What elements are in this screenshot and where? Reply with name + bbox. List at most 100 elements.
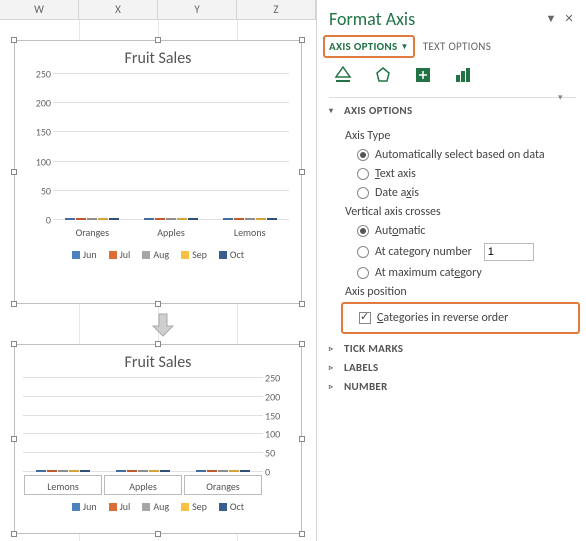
legend-item[interactable]: Oct <box>219 500 244 513</box>
fill-line-icon[interactable] <box>331 63 355 87</box>
bar[interactable] <box>58 470 68 472</box>
bar[interactable] <box>149 470 159 472</box>
bar[interactable] <box>80 470 90 472</box>
section-axis-options[interactable]: ▾ AXIS OPTIONS <box>329 104 576 117</box>
bar[interactable] <box>116 470 126 472</box>
section-tick-marks[interactable]: ▹ TICK MARKS <box>329 342 576 355</box>
bar-group[interactable] <box>65 218 119 220</box>
radio-icon <box>357 168 369 180</box>
legend-swatch <box>181 251 189 259</box>
format-axis-pane: Format Axis ▼ ✕ AXIS OPTIONS ▼ TEXT OPTI… <box>316 0 586 541</box>
bar[interactable] <box>223 218 233 220</box>
bar[interactable] <box>65 218 75 220</box>
bar[interactable] <box>207 470 217 472</box>
legend-item[interactable]: Sep <box>181 248 207 261</box>
legend-swatch <box>142 251 150 259</box>
x-axis[interactable]: Oranges Apples Lemons <box>53 222 289 244</box>
chart-plot-area[interactable]: 250 200 150 100 50 0 Lemons Apples Orang… <box>19 378 293 496</box>
bar-group[interactable] <box>223 218 277 220</box>
bar[interactable] <box>144 218 154 220</box>
divider: ▾ <box>329 97 576 98</box>
legend-label: Jun <box>83 248 97 261</box>
tab-text-options[interactable]: TEXT OPTIONS <box>423 38 491 55</box>
size-properties-icon[interactable] <box>411 63 435 87</box>
legend-item[interactable]: Jun <box>72 248 97 261</box>
tab-axis-options[interactable]: AXIS OPTIONS ▼ <box>329 38 409 55</box>
bar[interactable] <box>188 218 198 220</box>
axis-options-icon[interactable] <box>451 63 475 87</box>
bar[interactable] <box>76 218 86 220</box>
radio-automatic[interactable]: Automatic <box>357 224 576 238</box>
bar[interactable] <box>98 218 108 220</box>
bar[interactable] <box>256 218 266 220</box>
section-labels[interactable]: ▹ LABELS <box>329 361 576 374</box>
checkbox-categories-reverse[interactable]: Categories in reverse order <box>359 311 574 325</box>
radio-at-max-category[interactable]: At maximum category <box>357 266 576 280</box>
bar[interactable] <box>87 218 97 220</box>
plot-area <box>53 74 289 220</box>
chart-legend[interactable]: Jun Jul Aug Sep Oct <box>15 500 301 513</box>
col-header[interactable]: Y <box>158 0 237 19</box>
bar[interactable] <box>138 470 148 472</box>
chart-object-1[interactable]: Fruit Sales 250 200 150 100 50 0 Oranges… <box>14 40 302 304</box>
triangle-right-icon: ▹ <box>329 363 339 373</box>
legend-label: Jul <box>120 500 131 513</box>
chart-title[interactable]: Fruit Sales <box>15 49 301 68</box>
chevron-down-icon[interactable]: ▾ <box>558 92 570 104</box>
col-header[interactable]: X <box>79 0 158 19</box>
bar[interactable] <box>155 218 165 220</box>
plot-area <box>23 378 263 472</box>
bar[interactable] <box>69 470 79 472</box>
legend-item[interactable]: Oct <box>219 248 244 261</box>
bar[interactable] <box>234 218 244 220</box>
bar[interactable] <box>177 218 187 220</box>
bar[interactable] <box>196 470 206 472</box>
legend-item[interactable]: Jun <box>72 500 97 513</box>
bar[interactable] <box>166 218 176 220</box>
bar-group[interactable] <box>196 470 250 472</box>
bar[interactable] <box>109 218 119 220</box>
chart-object-2[interactable]: Fruit Sales 250 200 150 100 50 0 Lemons … <box>14 344 302 534</box>
radio-date-axis[interactable]: Date axis <box>357 186 576 200</box>
x-axis-selected[interactable]: Lemons Apples Oranges <box>23 474 263 496</box>
legend-item[interactable]: Sep <box>181 500 207 513</box>
radio-at-category-number[interactable]: At category number <box>357 243 576 261</box>
category-number-field[interactable] <box>484 243 534 261</box>
radio-auto-select[interactable]: Automatically select based on data <box>357 148 576 162</box>
bar[interactable] <box>160 470 170 472</box>
radio-text-axis[interactable]: Text axis <box>357 167 576 181</box>
legend-item[interactable]: Aug <box>142 500 169 513</box>
legend-item[interactable]: Jul <box>109 500 131 513</box>
bar-group[interactable] <box>116 470 170 472</box>
bar-group[interactable] <box>36 470 90 472</box>
legend-label: Aug <box>153 248 169 261</box>
checkbox-icon <box>359 312 371 324</box>
bar[interactable] <box>218 470 228 472</box>
section-number[interactable]: ▹ NUMBER <box>329 380 576 393</box>
task-pane-options-icon[interactable]: ▼ <box>544 12 558 26</box>
bar[interactable] <box>127 470 137 472</box>
chart-title[interactable]: Fruit Sales <box>15 353 301 372</box>
chart-legend[interactable]: Jun Jul Aug Sep Oct <box>15 248 301 261</box>
bar[interactable] <box>240 470 250 472</box>
bar[interactable] <box>47 470 57 472</box>
col-header[interactable]: Z <box>237 0 316 19</box>
radio-icon <box>357 225 369 237</box>
close-icon[interactable]: ✕ <box>562 12 576 26</box>
bar[interactable] <box>36 470 46 472</box>
effects-icon[interactable] <box>371 63 395 87</box>
legend-item[interactable]: Jul <box>109 248 131 261</box>
legend-label: Sep <box>192 248 207 261</box>
legend-swatch <box>219 251 227 259</box>
y-axis[interactable]: 250 200 150 100 50 0 <box>265 378 293 472</box>
legend-label: Sep <box>192 500 207 513</box>
bar[interactable] <box>245 218 255 220</box>
radio-icon <box>357 149 369 161</box>
bar-group[interactable] <box>144 218 198 220</box>
legend-item[interactable]: Aug <box>142 248 169 261</box>
chart-plot-area[interactable]: 250 200 150 100 50 0 Oranges Apples Lemo… <box>23 74 293 244</box>
bar[interactable] <box>229 470 239 472</box>
bar[interactable] <box>267 218 277 220</box>
col-header[interactable]: W <box>0 0 79 19</box>
y-axis[interactable]: 250 200 150 100 50 0 <box>23 74 51 220</box>
